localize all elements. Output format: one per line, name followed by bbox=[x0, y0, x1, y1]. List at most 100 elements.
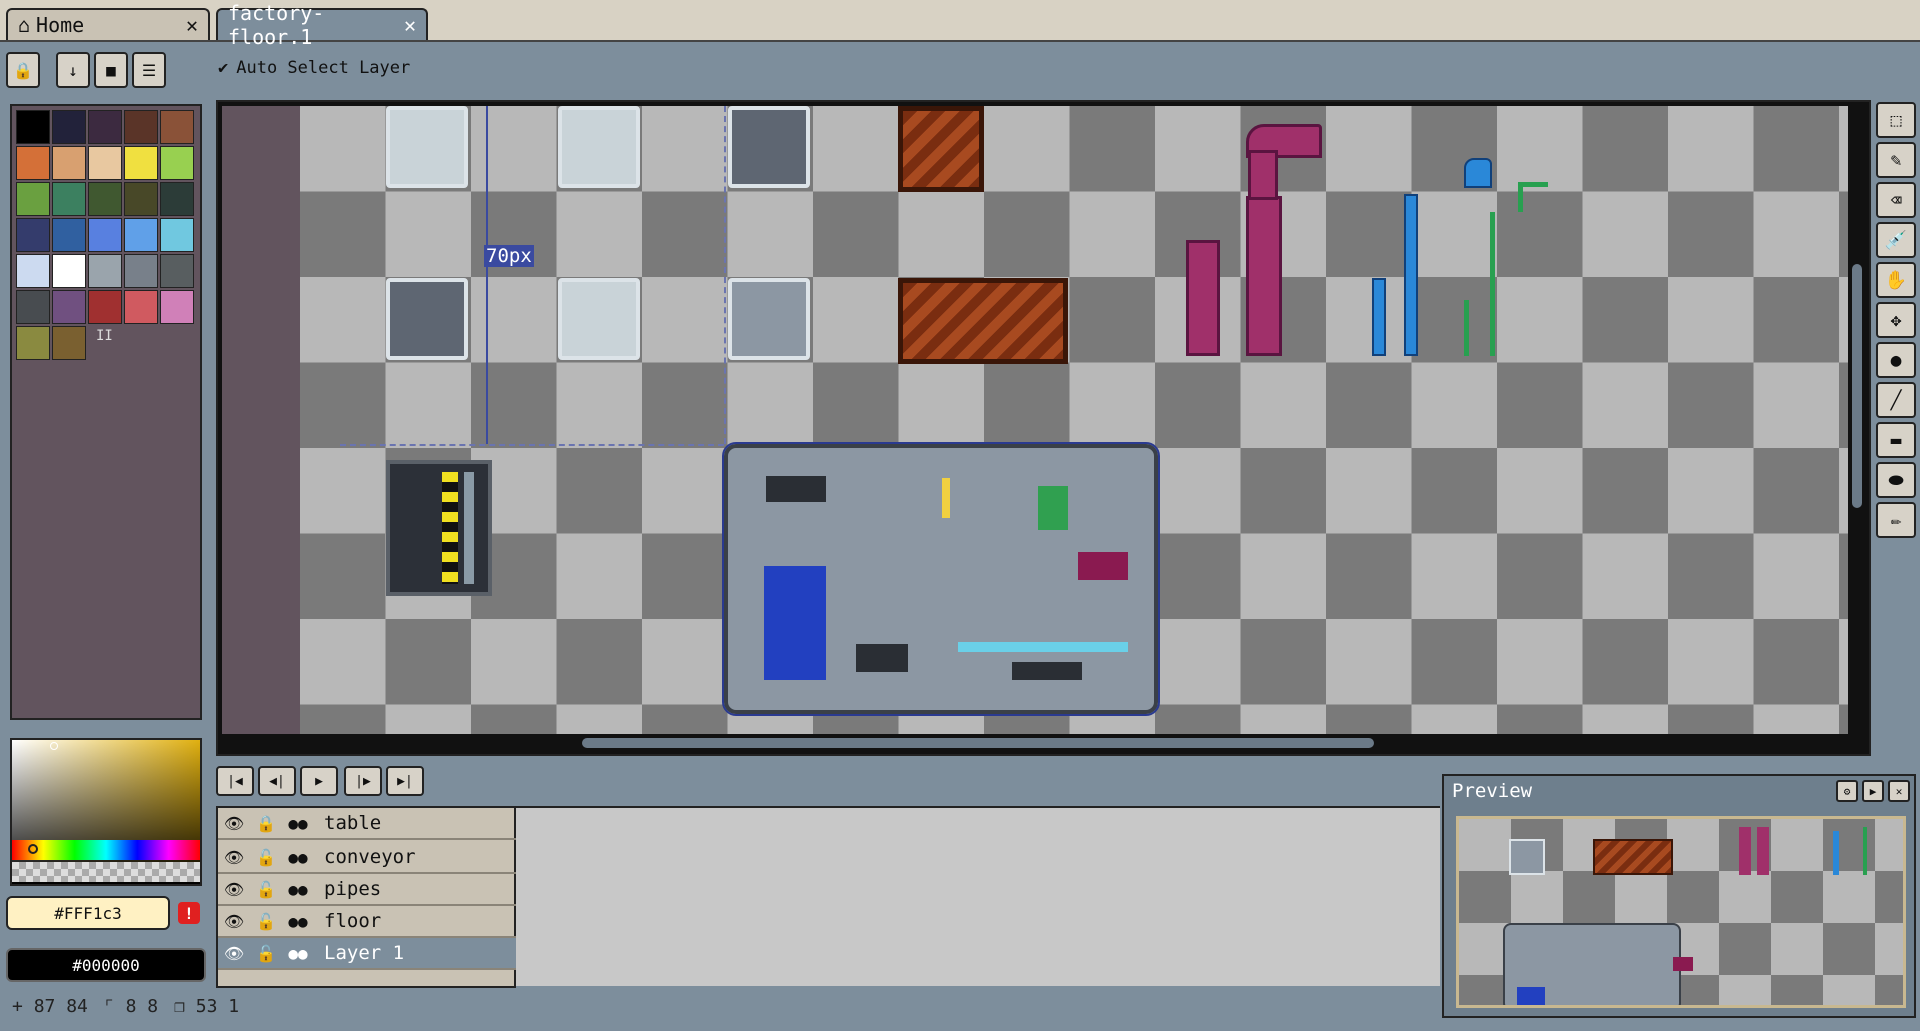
palette-swatch[interactable] bbox=[88, 290, 122, 324]
fill-tool[interactable]: ● bbox=[1876, 342, 1916, 378]
palette-swatch[interactable] bbox=[124, 146, 158, 180]
palette-swatch[interactable] bbox=[52, 326, 86, 360]
lock-icon[interactable]: 🔓 bbox=[250, 848, 282, 867]
line-tool[interactable]: ╱ bbox=[1876, 382, 1916, 418]
secondary-color-field[interactable]: #000000 bbox=[6, 948, 206, 982]
prev-frame-button[interactable]: ◀| bbox=[258, 766, 296, 796]
eye-icon[interactable]: 👁 bbox=[218, 944, 250, 963]
pipe-sprite bbox=[1246, 196, 1282, 356]
close-icon[interactable]: ✕ bbox=[404, 13, 416, 37]
next-frame-button[interactable]: |▶ bbox=[344, 766, 382, 796]
layer-row-table[interactable]: 👁 🔒 ●● table 1 bbox=[218, 808, 730, 840]
palette-swatch[interactable] bbox=[160, 182, 194, 216]
primary-color-field[interactable]: #FFF1c3 bbox=[6, 896, 170, 930]
tab-factory-floor[interactable]: factory-floor.1 ✕ bbox=[216, 1, 428, 49]
palette-swatch[interactable] bbox=[16, 290, 50, 324]
link-icon[interactable]: ●● bbox=[282, 944, 314, 963]
palette-swatch[interactable] bbox=[124, 290, 158, 324]
prev-frame-icon: ◀| bbox=[269, 773, 285, 789]
close-icon[interactable]: ✕ bbox=[186, 13, 198, 37]
lock-icon[interactable]: 🔓 bbox=[250, 880, 282, 899]
palette-swatch[interactable] bbox=[160, 254, 194, 288]
warning-icon[interactable]: ! bbox=[178, 902, 200, 924]
selection-size: ⌜ 8 8 bbox=[103, 996, 159, 1017]
hand-tool[interactable]: ✋ bbox=[1876, 262, 1916, 298]
palette-swatch[interactable] bbox=[52, 218, 86, 252]
palette-swatch[interactable] bbox=[52, 110, 86, 144]
play-button[interactable]: ▶ bbox=[300, 766, 338, 796]
palette-swatch[interactable] bbox=[88, 254, 122, 288]
layer-row-floor[interactable]: 👁 🔓 ●● floor bbox=[218, 906, 730, 938]
auto-select-layer-toggle[interactable]: ✔ Auto Select Layer bbox=[218, 58, 410, 78]
preview-close-button[interactable]: ✕ bbox=[1888, 780, 1910, 802]
stop-button[interactable]: ■ bbox=[94, 52, 128, 88]
palette-swatch[interactable] bbox=[16, 218, 50, 252]
link-icon[interactable]: ●● bbox=[282, 814, 314, 833]
palette-swatch[interactable] bbox=[52, 254, 86, 288]
preview-title: Preview bbox=[1452, 780, 1533, 802]
palette-swatch[interactable] bbox=[124, 254, 158, 288]
palette-swatch[interactable] bbox=[88, 146, 122, 180]
rectangle-tool[interactable]: ▬ bbox=[1876, 422, 1916, 458]
brush-tool[interactable]: ✏ bbox=[1876, 502, 1916, 538]
menu-button[interactable]: ☰ bbox=[132, 52, 166, 88]
palette-swatch[interactable] bbox=[160, 110, 194, 144]
layer-row-layer-1[interactable]: 👁 🔓 ●● Layer 1 bbox=[218, 938, 730, 970]
hue-handle[interactable] bbox=[28, 844, 38, 854]
palette-swatch[interactable] bbox=[52, 290, 86, 324]
layer-row-pipes[interactable]: 👁 🔓 ●● pipes bbox=[218, 874, 730, 906]
palette-swatch[interactable] bbox=[160, 218, 194, 252]
palette-swatch[interactable] bbox=[16, 254, 50, 288]
tab-home[interactable]: ⌂ Home ✕ bbox=[6, 8, 210, 40]
first-frame-button[interactable]: |◀ bbox=[216, 766, 254, 796]
ellipse-tool[interactable]: ⬬ bbox=[1876, 462, 1916, 498]
layer-row-conveyor[interactable]: 👁 🔓 ●● conveyor bbox=[218, 842, 730, 874]
lock-icon[interactable]: 🔒 bbox=[250, 814, 282, 833]
palette-swatch[interactable] bbox=[88, 182, 122, 216]
palette-swatch[interactable] bbox=[124, 182, 158, 216]
preview-canvas[interactable] bbox=[1456, 816, 1906, 1008]
hue-slider[interactable] bbox=[12, 840, 200, 860]
lock-icon[interactable]: 🔓 bbox=[250, 912, 282, 931]
palette-swatch[interactable] bbox=[16, 146, 50, 180]
palette-swatch[interactable] bbox=[88, 218, 122, 252]
download-button[interactable]: ↓ bbox=[56, 52, 90, 88]
table-sprite-selection[interactable] bbox=[722, 442, 1160, 716]
eye-icon[interactable]: 👁 bbox=[218, 912, 250, 931]
brush-icon: ✏ bbox=[1890, 509, 1902, 531]
last-frame-button[interactable]: ▶| bbox=[386, 766, 424, 796]
lock-icon[interactable]: 🔓 bbox=[250, 944, 282, 963]
link-icon[interactable]: ●● bbox=[282, 880, 314, 899]
palette-swatch[interactable] bbox=[16, 326, 50, 360]
vertical-scrollbar[interactable] bbox=[1852, 264, 1862, 508]
blue-pipe-sprite bbox=[1372, 278, 1386, 356]
picker-cursor[interactable] bbox=[50, 742, 58, 750]
eye-icon[interactable]: 👁 bbox=[218, 880, 250, 899]
palette-swatch[interactable] bbox=[52, 146, 86, 180]
marquee-select-tool[interactable]: ⬚ bbox=[1876, 102, 1916, 138]
pencil-tool[interactable]: ✎ bbox=[1876, 142, 1916, 178]
move-tool[interactable]: ✥ bbox=[1876, 302, 1916, 338]
link-icon[interactable]: ●● bbox=[282, 912, 314, 931]
eye-icon[interactable]: 👁 bbox=[218, 848, 250, 867]
preview-play-button[interactable]: ▶ bbox=[1862, 780, 1884, 802]
palette-swatch[interactable] bbox=[124, 218, 158, 252]
eraser-tool[interactable]: ⌫ bbox=[1876, 182, 1916, 218]
palette-swatch[interactable] bbox=[52, 182, 86, 216]
palette-swatch[interactable] bbox=[16, 110, 50, 144]
lock-button[interactable]: 🔒 bbox=[6, 52, 40, 88]
palette-swatch[interactable] bbox=[124, 110, 158, 144]
palette-swatch[interactable] bbox=[16, 182, 50, 216]
tab-home-label: Home bbox=[36, 13, 85, 37]
frames-area[interactable] bbox=[516, 806, 1440, 986]
preview-options-button[interactable]: ⚙ bbox=[1836, 780, 1858, 802]
eye-icon[interactable]: 👁 bbox=[218, 814, 250, 833]
palette-swatch[interactable] bbox=[160, 146, 194, 180]
alpha-slider[interactable] bbox=[12, 862, 200, 882]
eyedropper-tool[interactable]: 💉 bbox=[1876, 222, 1916, 258]
move-icon: ✥ bbox=[1890, 309, 1902, 331]
horizontal-scrollbar[interactable] bbox=[582, 738, 1374, 748]
palette-swatch[interactable] bbox=[160, 290, 194, 324]
link-icon[interactable]: ●● bbox=[282, 848, 314, 867]
palette-swatch[interactable] bbox=[88, 110, 122, 144]
